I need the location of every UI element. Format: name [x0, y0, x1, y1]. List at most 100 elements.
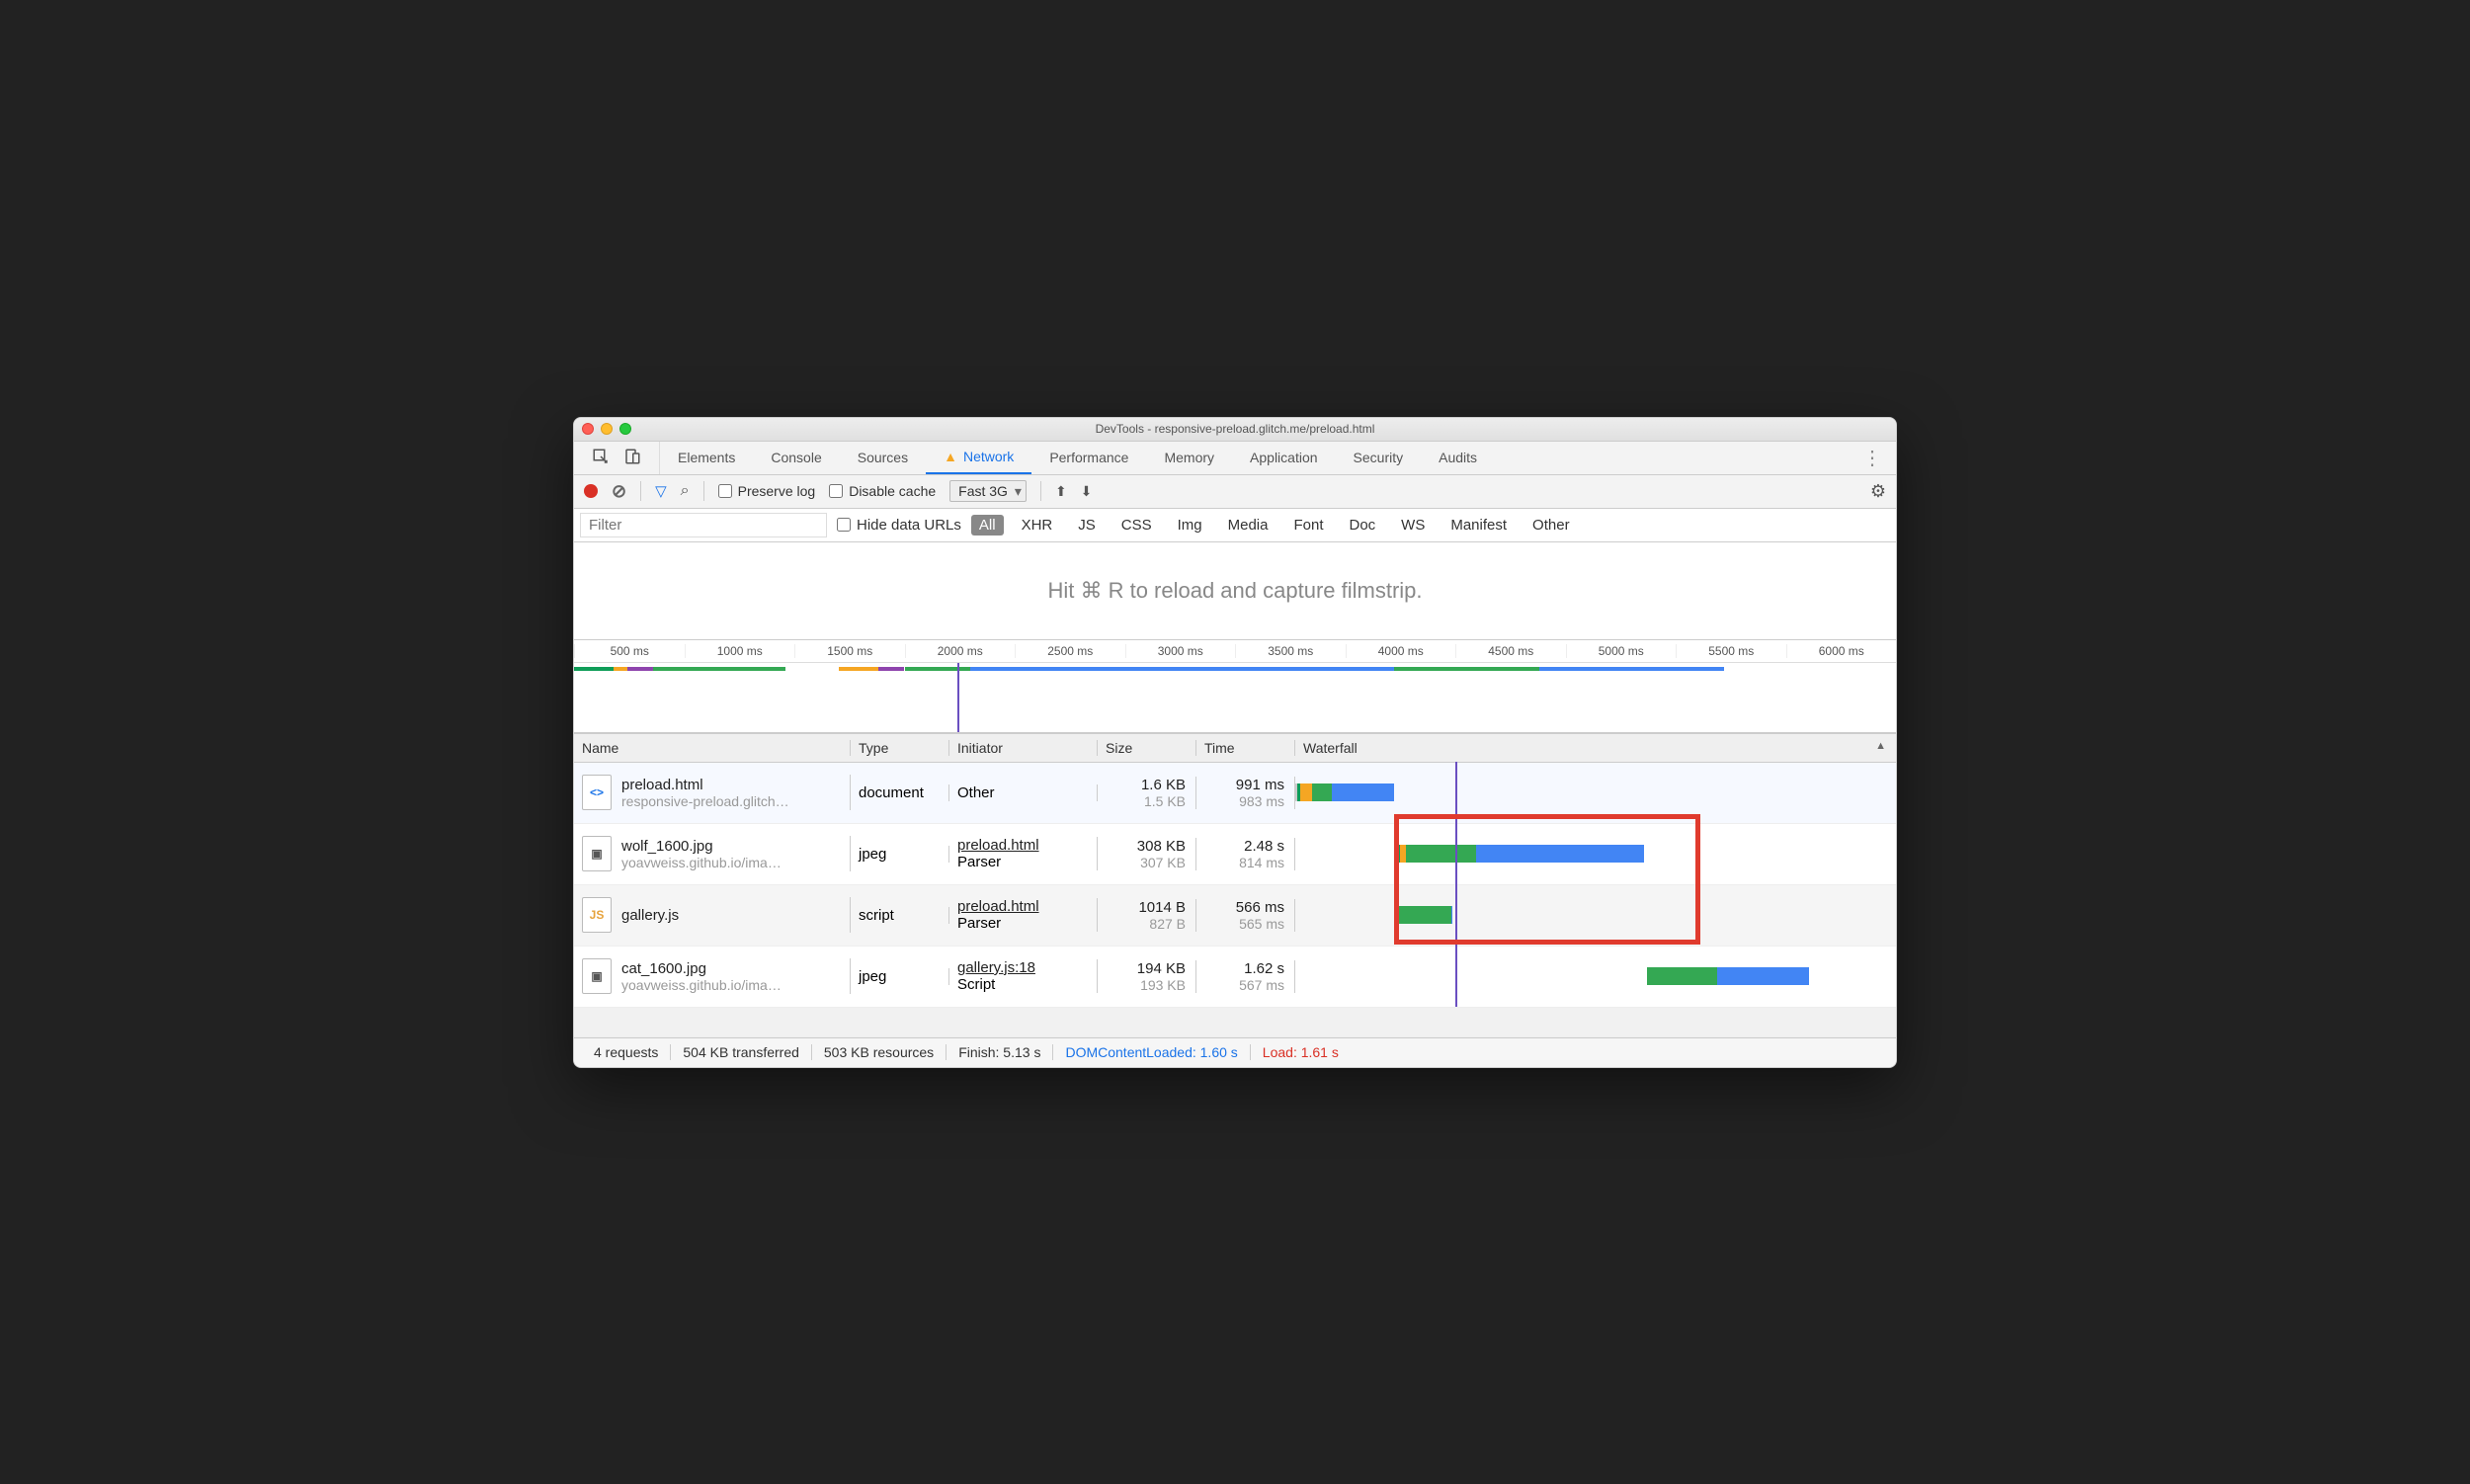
timeline-tick: 4000 ms — [1346, 644, 1456, 658]
close-window-button[interactable] — [582, 423, 594, 435]
tab-application[interactable]: Application — [1232, 442, 1336, 474]
request-size: 1.6 KB — [1106, 777, 1186, 793]
filter-toggle-icon[interactable]: ▽ — [655, 482, 667, 500]
devtools-window: DevTools - responsive-preload.glitch.me/… — [573, 417, 1897, 1068]
request-time-sub: 567 ms — [1204, 977, 1284, 993]
tab-console[interactable]: Console — [753, 442, 839, 474]
footer-transferred: 504 KB transferred — [671, 1044, 812, 1060]
sort-asc-icon: ▲ — [1875, 740, 1886, 752]
request-domain: yoavweiss.github.io/ima… — [621, 855, 782, 870]
warning-icon: ▲ — [944, 449, 957, 464]
filter-type-all[interactable]: All — [971, 515, 1004, 536]
tab-elements[interactable]: Elements — [660, 442, 753, 474]
inspect-icon[interactable] — [592, 448, 610, 468]
timeline-tick: 5500 ms — [1676, 644, 1786, 658]
request-size: 1014 B — [1106, 899, 1186, 916]
request-size-sub: 307 KB — [1106, 855, 1186, 870]
request-time: 2.48 s — [1204, 838, 1284, 855]
filter-input[interactable] — [580, 513, 827, 537]
footer-resources: 503 KB resources — [812, 1044, 947, 1060]
footer-requests: 4 requests — [582, 1044, 671, 1060]
more-menu-icon[interactable]: ⋮ — [1849, 446, 1896, 470]
request-domain: yoavweiss.github.io/ima… — [621, 977, 782, 993]
timeline-tick: 1000 ms — [685, 644, 795, 658]
table-row[interactable]: ▣ cat_1600.jpgyoavweiss.github.io/ima… j… — [574, 947, 1896, 1008]
footer-load: Load: 1.61 s — [1251, 1044, 1351, 1060]
table-row[interactable]: ▣ wolf_1600.jpgyoavweiss.github.io/ima… … — [574, 824, 1896, 885]
tab-performance[interactable]: Performance — [1031, 442, 1146, 474]
record-button[interactable] — [584, 484, 598, 498]
preserve-log-checkbox[interactable]: Preserve log — [718, 483, 816, 499]
waterfall-cell — [1295, 884, 1896, 946]
table-header: Name Type Initiator Size Time Waterfall▲ — [574, 733, 1896, 763]
col-size-header[interactable]: Size — [1098, 740, 1196, 756]
request-initiator[interactable]: preload.html — [957, 837, 1097, 854]
filter-type-font[interactable]: Font — [1285, 515, 1331, 536]
initiator-sub: Parser — [957, 854, 1097, 870]
request-size-sub: 1.5 KB — [1106, 793, 1186, 809]
filter-type-ws[interactable]: WS — [1393, 515, 1433, 536]
disable-cache-checkbox[interactable]: Disable cache — [829, 483, 936, 499]
request-name: gallery.js — [621, 907, 679, 924]
tab-network[interactable]: ▲Network — [926, 442, 1031, 474]
footer-finish: Finish: 5.13 s — [947, 1044, 1053, 1060]
minimize-window-button[interactable] — [601, 423, 613, 435]
filter-type-doc[interactable]: Doc — [1341, 515, 1383, 536]
request-size-sub: 827 B — [1106, 916, 1186, 932]
initiator-sub: Script — [957, 976, 1097, 993]
tab-audits[interactable]: Audits — [1421, 442, 1495, 474]
empty-row — [574, 1008, 1896, 1037]
tab-security[interactable]: Security — [1336, 442, 1422, 474]
waterfall-cell — [1295, 762, 1896, 823]
request-name: cat_1600.jpg — [621, 960, 782, 977]
request-type: document — [851, 784, 949, 801]
col-initiator-header[interactable]: Initiator — [949, 740, 1098, 756]
status-bar: 4 requests 504 KB transferred 503 KB res… — [574, 1037, 1896, 1067]
request-time: 991 ms — [1204, 777, 1284, 793]
throttling-select[interactable]: Fast 3G — [949, 480, 1027, 502]
clear-button[interactable]: ⊘ — [612, 481, 626, 502]
filter-type-css[interactable]: CSS — [1113, 515, 1160, 536]
maximize-window-button[interactable] — [619, 423, 631, 435]
panel-tabs: Elements Console Sources ▲Network Perfor… — [574, 442, 1896, 475]
timeline-tick: 500 ms — [574, 644, 685, 658]
file-icon: ▣ — [582, 836, 612, 871]
col-time-header[interactable]: Time — [1196, 740, 1295, 756]
timeline-tick: 5000 ms — [1566, 644, 1677, 658]
timeline-overview[interactable]: 500 ms1000 ms1500 ms2000 ms2500 ms3000 m… — [574, 640, 1896, 733]
device-toggle-icon[interactable] — [623, 448, 641, 468]
hide-data-urls-checkbox[interactable]: Hide data URLs — [837, 517, 961, 534]
col-waterfall-header[interactable]: Waterfall▲ — [1295, 740, 1896, 756]
file-icon: <> — [582, 775, 612, 810]
request-time-sub: 565 ms — [1204, 916, 1284, 932]
settings-icon[interactable]: ⚙ — [1870, 481, 1886, 502]
network-toolbar: ⊘ ▽ ⌕ Preserve log Disable cache Fast 3G… — [574, 475, 1896, 509]
filter-type-other[interactable]: Other — [1524, 515, 1578, 536]
window-title: DevTools - responsive-preload.glitch.me/… — [574, 422, 1896, 436]
table-row[interactable]: JS gallery.js script preload.htmlParser … — [574, 885, 1896, 947]
upload-har-icon[interactable]: ⬆ — [1055, 483, 1067, 500]
file-icon: ▣ — [582, 958, 612, 994]
search-icon[interactable]: ⌕ — [681, 482, 690, 500]
request-time: 566 ms — [1204, 899, 1284, 916]
filter-type-manifest[interactable]: Manifest — [1442, 515, 1515, 536]
request-initiator[interactable]: gallery.js:18 — [957, 959, 1097, 976]
request-type: jpeg — [851, 968, 949, 985]
download-har-icon[interactable]: ⬇ — [1081, 483, 1093, 500]
table-row[interactable]: <> preload.htmlresponsive-preload.glitch… — [574, 763, 1896, 824]
col-type-header[interactable]: Type — [851, 740, 949, 756]
filter-type-media[interactable]: Media — [1220, 515, 1276, 536]
filmstrip-hint: Hit ⌘ R to reload and capture filmstrip. — [574, 542, 1896, 640]
request-initiator[interactable]: preload.html — [957, 898, 1097, 915]
titlebar: DevTools - responsive-preload.glitch.me/… — [574, 418, 1896, 442]
tab-memory[interactable]: Memory — [1146, 442, 1232, 474]
filter-type-xhr[interactable]: XHR — [1014, 515, 1061, 536]
request-size-sub: 193 KB — [1106, 977, 1186, 993]
tab-sources[interactable]: Sources — [840, 442, 926, 474]
waterfall-cell — [1295, 946, 1896, 1007]
footer-dom: DOMContentLoaded: 1.60 s — [1053, 1044, 1250, 1060]
col-name-header[interactable]: Name — [574, 740, 851, 756]
filter-type-img[interactable]: Img — [1170, 515, 1210, 536]
window-controls — [582, 423, 631, 435]
filter-type-js[interactable]: JS — [1070, 515, 1104, 536]
